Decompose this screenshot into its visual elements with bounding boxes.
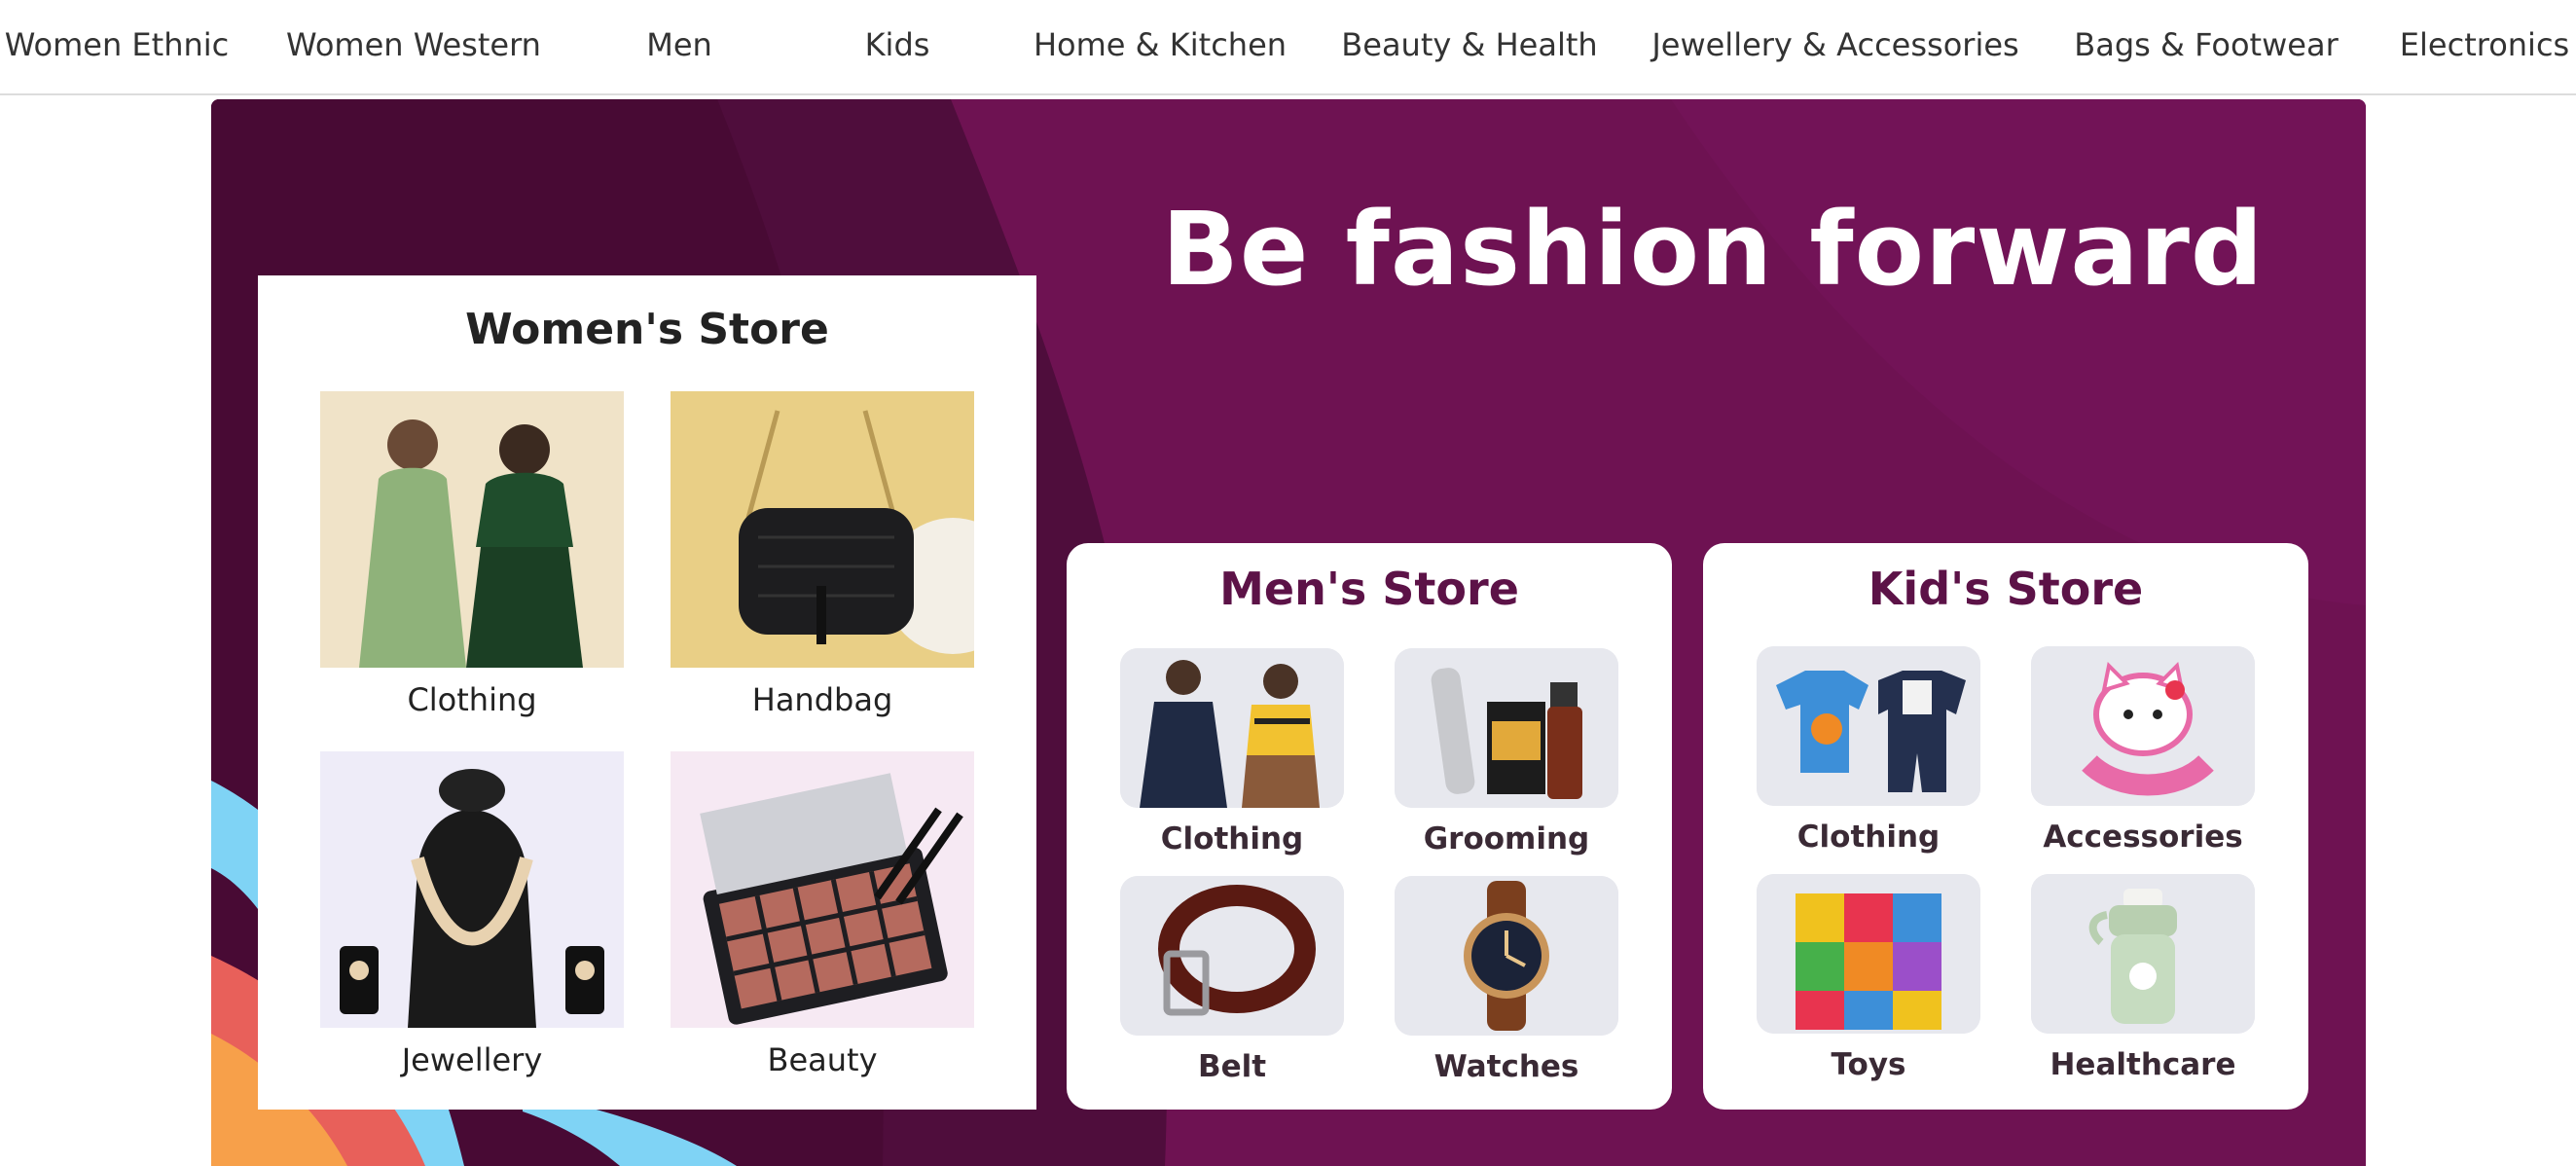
kids-store-title: Kid's Store: [1868, 563, 2144, 615]
belt-photo-icon: [1120, 876, 1344, 1036]
kids-clothing-tile[interactable]: Clothing: [1757, 646, 1980, 860]
grooming-label: Grooming: [1423, 821, 1590, 856]
nav-item-women-ethnic[interactable]: Women Ethnic: [5, 0, 229, 93]
sipper-bottle-photo-icon: [2031, 874, 2255, 1034]
nav-item-women-western[interactable]: Women Western: [286, 0, 541, 93]
men-clothing-photo-icon: [1120, 648, 1344, 808]
nav-item-beauty-health[interactable]: Beauty & Health: [1341, 0, 1597, 93]
nav-item-jewellery-accessories[interactable]: Jewellery & Accessories: [1651, 0, 2018, 93]
womens-store-title: Women's Store: [465, 305, 829, 354]
womens-store-panel[interactable]: Women's Store Clothing Handbag Jewellery…: [258, 275, 1036, 1110]
handbag-tile[interactable]: Handbag: [671, 391, 974, 722]
handbag-label: Handbag: [751, 681, 893, 718]
grooming-tile[interactable]: Grooming: [1395, 648, 1618, 862]
beauty-tile[interactable]: Beauty: [671, 751, 974, 1082]
belt-label: Belt: [1197, 1049, 1267, 1084]
toys-tile[interactable]: Toys: [1757, 874, 1980, 1088]
category-nav-bar: Women Ethnic Women Western Men Kids Home…: [0, 0, 2576, 95]
toys-label: Toys: [1831, 1047, 1906, 1082]
women-clothing-label: Clothing: [407, 681, 537, 718]
beauty-label: Beauty: [767, 1041, 878, 1078]
accessories-tile[interactable]: Accessories: [2031, 646, 2255, 860]
men-clothing-tile[interactable]: Clothing: [1120, 648, 1344, 862]
healthcare-tile[interactable]: Healthcare: [2031, 874, 2255, 1088]
watches-label: Watches: [1433, 1049, 1579, 1084]
foam-puzzle-photo-icon: [1757, 874, 1980, 1034]
banner-headline: Be fashion forward: [1161, 190, 2265, 309]
watches-tile[interactable]: Watches: [1395, 876, 1618, 1090]
nav-item-men[interactable]: Men: [646, 0, 712, 93]
nav-item-home-kitchen[interactable]: Home & Kitchen: [1034, 0, 1287, 93]
kids-clothing-photo-icon: [1757, 646, 1980, 806]
women-clothing-tile[interactable]: Clothing: [320, 391, 624, 722]
mens-store-panel[interactable]: Men's Store Clothing Grooming Belt Watch…: [1067, 543, 1672, 1110]
nav-item-kids[interactable]: Kids: [865, 0, 930, 93]
accessories-label: Accessories: [2043, 820, 2243, 855]
necklace-photo-icon: [320, 751, 624, 1028]
kids-watch-photo-icon: [2031, 646, 2255, 806]
handbag-photo-icon: [671, 391, 974, 668]
eyeshadow-palette-photo-icon: [671, 751, 974, 1028]
nav-item-bags-footwear[interactable]: Bags & Footwear: [2074, 0, 2338, 93]
jewellery-tile[interactable]: Jewellery: [320, 751, 624, 1082]
mens-store-title: Men's Store: [1219, 563, 1519, 615]
men-clothing-label: Clothing: [1160, 821, 1304, 856]
kids-store-panel[interactable]: Kid's Store Clothing Accessories Toys He…: [1703, 543, 2308, 1110]
belt-tile[interactable]: Belt: [1120, 876, 1344, 1090]
watch-photo-icon: [1395, 876, 1618, 1036]
nav-item-electronics[interactable]: Electronics: [2400, 0, 2569, 93]
trimmer-photo-icon: [1395, 648, 1618, 808]
women-clothing-photo-icon: [320, 391, 624, 668]
kids-clothing-label: Clothing: [1796, 820, 1941, 855]
healthcare-label: Healthcare: [2050, 1047, 2236, 1082]
jewellery-label: Jewellery: [401, 1041, 543, 1078]
